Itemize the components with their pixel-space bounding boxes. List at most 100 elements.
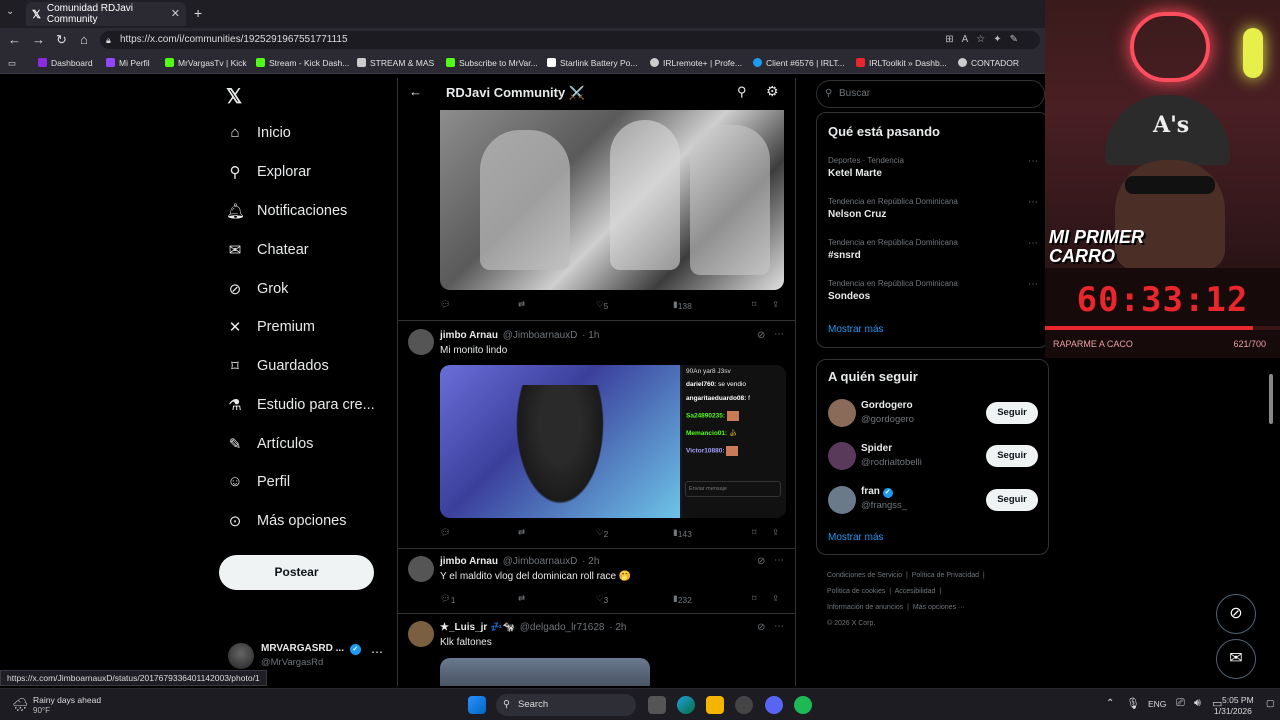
nav-premium[interactable]: ✕ Premium	[226, 318, 315, 336]
clock-date[interactable]: 1/31/2026	[1214, 706, 1252, 716]
bookmark-item[interactable]: CONTADOR	[958, 58, 1019, 68]
avatar[interactable]	[408, 329, 434, 355]
share-icon[interactable]: ⇪	[772, 527, 779, 538]
task-view-icon[interactable]	[648, 696, 666, 714]
nav-estudio[interactable]: ⚗ Estudio para cre...	[226, 396, 374, 414]
tray-chevron-icon[interactable]: ⌃	[1106, 698, 1114, 709]
obs-icon[interactable]	[735, 696, 753, 714]
post-author[interactable]: jimbo Arnau	[440, 556, 498, 567]
close-tab-icon[interactable]: ✕	[171, 7, 180, 20]
nav-grok[interactable]: ⊘ Grok	[226, 280, 289, 298]
post-handle[interactable]: @JimboarnauxD	[503, 330, 578, 341]
avatar[interactable]	[408, 621, 434, 647]
post-button[interactable]: Postear	[219, 555, 374, 590]
follow-name[interactable]: Gordogero	[861, 400, 913, 411]
bookmark-item[interactable]: Client #6576 | IRLT...	[753, 58, 845, 68]
settings-icon[interactable]: ⚙	[766, 83, 779, 100]
post-photo[interactable]	[440, 110, 784, 290]
repost-icon[interactable]: ⇄	[518, 593, 525, 604]
microphone-icon[interactable]: 🎙︎	[1126, 697, 1140, 710]
language[interactable]: ENG	[1148, 699, 1166, 709]
more-icon[interactable]: ⋯	[774, 555, 784, 566]
views-count[interactable]: ▮ 138	[673, 299, 692, 311]
bookmark-item[interactable]: Subscribe to MrVar...	[446, 58, 538, 68]
more-icon[interactable]: ⋯	[371, 645, 383, 659]
bookmark-item[interactable]: Stream - Kick Dash...	[256, 58, 349, 68]
grok-float-icon[interactable]: ⊘	[1216, 594, 1256, 634]
notification-icon[interactable]: ▢	[1266, 698, 1275, 709]
spotify-icon[interactable]	[794, 696, 812, 714]
share-icon[interactable]: ⇪	[772, 593, 779, 604]
bookmark-item[interactable]: IRLToolkit » Dashb...	[856, 58, 947, 68]
nav-perfil[interactable]: ☺ Perfil	[226, 473, 290, 490]
footer-link[interactable]: Política de Privacidad	[912, 572, 979, 579]
grok-icon[interactable]: ⊘	[757, 556, 765, 567]
forward-icon[interactable]: →	[32, 32, 45, 47]
footer-link[interactable]: Información de anuncios	[827, 604, 903, 611]
bookmark-item[interactable]: Starlink Battery Po...	[547, 58, 637, 68]
post-author[interactable]: jimbo Arnau	[440, 330, 498, 341]
clock-time[interactable]: 5:05 PM	[1222, 695, 1254, 705]
bookmarks-menu-icon[interactable]: ▭	[8, 58, 16, 69]
bookmark-icon[interactable]: ⌑	[752, 299, 756, 310]
page-scrollbar[interactable]	[1267, 360, 1275, 680]
weather-icon[interactable]: 🌧︎	[12, 697, 29, 713]
nav-chatear[interactable]: ✉ Chatear	[226, 241, 309, 259]
post-handle[interactable]: @JimboarnauxD	[503, 556, 578, 567]
nav-mas-opciones[interactable]: ⊙ Más opciones	[226, 512, 347, 530]
nav-articulos[interactable]: ✎ Artículos	[226, 435, 314, 453]
views-count[interactable]: ▮ 143	[673, 527, 692, 539]
home-browser-icon[interactable]: ⌂	[80, 32, 88, 47]
taskbar-search[interactable]: ⚲ Search	[496, 694, 636, 716]
avatar[interactable]	[828, 486, 856, 514]
post-video-thumbnail[interactable]: 90An yar8 J3sv dariel760: se vendio anga…	[440, 365, 786, 518]
footer-link[interactable]: Condiciones de Servicio	[827, 572, 902, 579]
nav-inicio[interactable]: ⌂ Inicio	[226, 124, 290, 141]
back-arrow-icon[interactable]: ←	[409, 84, 422, 99]
new-tab-icon[interactable]: +	[194, 5, 202, 21]
show-more-link[interactable]: Mostrar más	[828, 532, 884, 543]
more-icon[interactable]: ⋯	[774, 621, 784, 632]
follow-name[interactable]: Spider	[861, 443, 892, 454]
bookmark-icon[interactable]: ⌑	[752, 527, 756, 538]
network-icon[interactable]: ⎚	[1176, 697, 1185, 710]
bookmark-item[interactable]: IRLremote+ | Profe...	[650, 58, 742, 68]
follow-name[interactable]: fran ✓	[861, 486, 893, 498]
avatar[interactable]	[828, 399, 856, 427]
nav-explorar[interactable]: ⚲ Explorar	[226, 163, 312, 181]
avatar[interactable]	[408, 556, 434, 582]
file-explorer-icon[interactable]	[706, 696, 724, 714]
bookmark-item[interactable]: Dashboard	[38, 58, 93, 68]
reply-button[interactable]: 💬︎ 1	[440, 593, 456, 605]
start-icon[interactable]	[468, 696, 486, 714]
search-input[interactable]: ⚲ Buscar	[816, 80, 1045, 108]
repost-icon[interactable]: ⇄	[518, 299, 525, 310]
views-count[interactable]: ▮ 232	[673, 593, 692, 605]
footer-link[interactable]: Política de cookies	[827, 588, 885, 595]
follow-button[interactable]: Seguir	[986, 489, 1038, 511]
follow-button[interactable]: Seguir	[986, 402, 1038, 424]
nav-notificaciones[interactable]: 🔔︎ Notificaciones	[226, 202, 347, 220]
post-handle[interactable]: @delgado_lr71628	[520, 622, 605, 633]
show-more-link[interactable]: Mostrar más	[828, 324, 884, 335]
reply-icon[interactable]: 💬︎	[440, 527, 451, 538]
like-button[interactable]: ♡ 5	[596, 299, 608, 311]
footer-link[interactable]: Accesibilidad	[895, 588, 936, 595]
grok-icon[interactable]: ⊘	[757, 330, 765, 341]
discord-icon[interactable]	[765, 696, 783, 714]
post-photo[interactable]	[440, 658, 650, 686]
edge-icon[interactable]	[677, 696, 695, 714]
bookmark-item[interactable]: MrVargasTv | Kick	[165, 58, 247, 68]
footer-link[interactable]: Más opciones ···	[913, 604, 965, 611]
weather-title[interactable]: Rainy days ahead	[33, 695, 101, 705]
tab-list-icon[interactable]: ⌄	[6, 6, 14, 17]
more-icon[interactable]: ⋯	[774, 329, 784, 340]
tab-active[interactable]: 𝕏 Comunidad RDJavi Community ✕	[26, 2, 186, 26]
x-home-logo[interactable]: 𝕏	[226, 84, 242, 109]
url-input[interactable]: 🔒︎ https://x.com/i/communities/192529196…	[100, 31, 1040, 49]
like-button[interactable]: ♡ 2	[596, 527, 608, 539]
url-tools-icons[interactable]: ⊞A☆✦✎	[945, 31, 1026, 49]
bookmark-item[interactable]: STREAM & MAS	[357, 58, 434, 68]
search-icon[interactable]: ⚲	[737, 84, 747, 100]
grok-icon[interactable]: ⊘	[757, 622, 765, 633]
